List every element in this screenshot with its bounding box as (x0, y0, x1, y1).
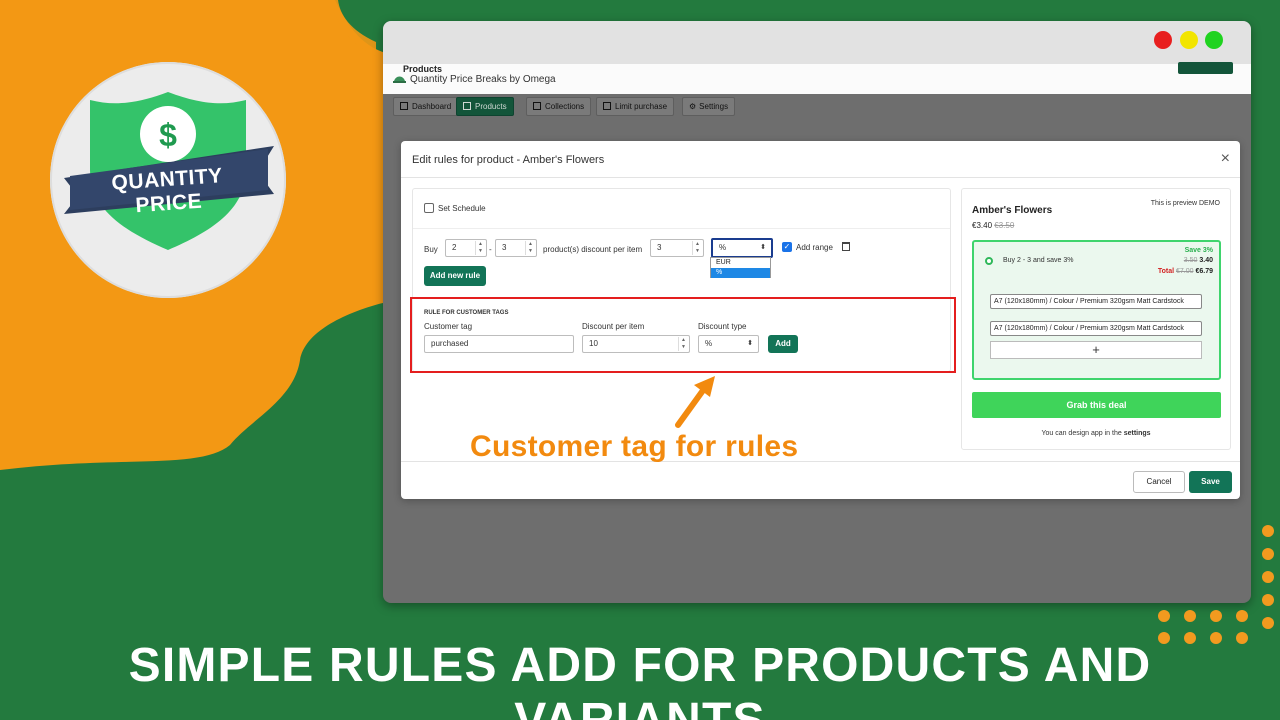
grid-icon (533, 102, 541, 110)
grid-icon (400, 102, 408, 110)
range-dash: - (489, 245, 492, 254)
nav-dashboard[interactable]: Dashboard (393, 97, 459, 116)
banner-headline: SIMPLE RULES ADD FOR PRODUCTS AND VARIAN… (128, 639, 1152, 720)
preview-price: €3.40 €3.50 (972, 221, 1015, 230)
design-note: You can design app in the settings (1041, 430, 1151, 437)
nav-products[interactable]: Products (456, 97, 514, 116)
set-schedule-label: Set Schedule (438, 204, 486, 213)
svg-text:$: $ (159, 117, 177, 153)
window-titlebar (383, 21, 1251, 64)
save-percent: Save 3% (1184, 247, 1213, 254)
add-variant-button[interactable]: + (990, 341, 1202, 359)
discount-value-input[interactable]: 3 ▲ ▼ (650, 239, 704, 257)
customer-tag-highlight (410, 297, 956, 373)
modal-title: Edit rules for product - Amber's Flowers (412, 154, 605, 166)
variant-select-1[interactable]: A7 (120x180mm) / Colour / Premium 320gsm… (990, 294, 1202, 309)
stepper-icon[interactable]: ▲ ▼ (692, 241, 702, 255)
discount-per-item-label: product(s) discount per item (543, 245, 643, 254)
offer-box: Buy 2 - 3 and save 3% Save 3% 3.50 3.40 … (972, 240, 1221, 380)
dropdown-option-eur[interactable]: EUR (711, 258, 770, 268)
variant-select-2[interactable]: A7 (120x180mm) / Colour / Premium 320gsm… (990, 321, 1202, 336)
window-minimize-button[interactable] (1180, 31, 1198, 49)
settings-link[interactable]: settings (1124, 430, 1151, 437)
background-action-button (1178, 62, 1233, 74)
trash-icon[interactable] (842, 242, 850, 251)
modal-footer: Cancel Save (401, 461, 1240, 499)
buy-to-input[interactable]: 3 ▲ ▼ (495, 239, 537, 257)
stepper-icon[interactable]: ▲ ▼ (475, 241, 485, 255)
close-icon[interactable]: × (1221, 150, 1230, 168)
grab-deal-button[interactable]: Grab this deal (972, 392, 1221, 418)
add-range-label: Add range (796, 243, 833, 252)
annotation-text: Customer tag for rules (470, 430, 799, 463)
window-close-button[interactable] (1154, 31, 1172, 49)
window-maximize-button[interactable] (1205, 31, 1223, 49)
offer-radio[interactable] (985, 257, 993, 265)
stepper-icon[interactable]: ▲ ▼ (525, 241, 535, 255)
add-range-checkbox[interactable]: ✓ (782, 242, 792, 252)
discount-type-dropdown: EUR % (710, 257, 771, 278)
buy-label: Buy (424, 245, 438, 254)
app-logo-icon (393, 76, 406, 83)
schedule-row: Set Schedule (413, 189, 950, 229)
offer-text: Buy 2 - 3 and save 3% (1003, 257, 1074, 264)
updown-icon: ⬍ (760, 244, 766, 251)
preview-panel: Amber's Flowers €3.40 €3.50 This is prev… (961, 188, 1231, 450)
annotation-arrow-icon (675, 376, 715, 428)
dropdown-option-percent[interactable]: % (711, 268, 770, 278)
discount-type-select[interactable]: % ⬍ (711, 238, 773, 258)
modal-header: Edit rules for product - Amber's Flowers… (401, 141, 1240, 178)
app-title: Quantity Price Breaks by Omega (410, 74, 556, 85)
gear-icon: ⚙ (689, 102, 697, 111)
preview-demo-note: This is preview DEMO (1150, 200, 1220, 207)
save-button[interactable]: Save (1189, 471, 1232, 493)
add-new-rule-button[interactable]: Add new rule (424, 266, 486, 286)
shield-dollar-icon: $ (64, 92, 274, 250)
set-schedule-checkbox[interactable] (424, 203, 434, 213)
nav-limit-purchase[interactable]: Limit purchase (596, 97, 675, 116)
background-page-heading: Products (403, 64, 443, 74)
preview-product-name: Amber's Flowers (972, 205, 1053, 216)
grid-icon (603, 102, 611, 110)
buy-from-input[interactable]: 2 ▲ ▼ (445, 239, 487, 257)
nav-settings[interactable]: ⚙ Settings (682, 97, 736, 116)
app-nav: Dashboard Products Collections Limit pur… (383, 94, 1251, 122)
nav-collections[interactable]: Collections (526, 97, 592, 116)
app-header: Quantity Price Breaks by Omega (383, 64, 1251, 94)
grid-icon (463, 102, 471, 110)
unit-price: 3.50 3.40 (1183, 257, 1213, 264)
cancel-button[interactable]: Cancel (1133, 471, 1185, 493)
total-price: Total €7.00 €6.79 (1157, 268, 1213, 275)
